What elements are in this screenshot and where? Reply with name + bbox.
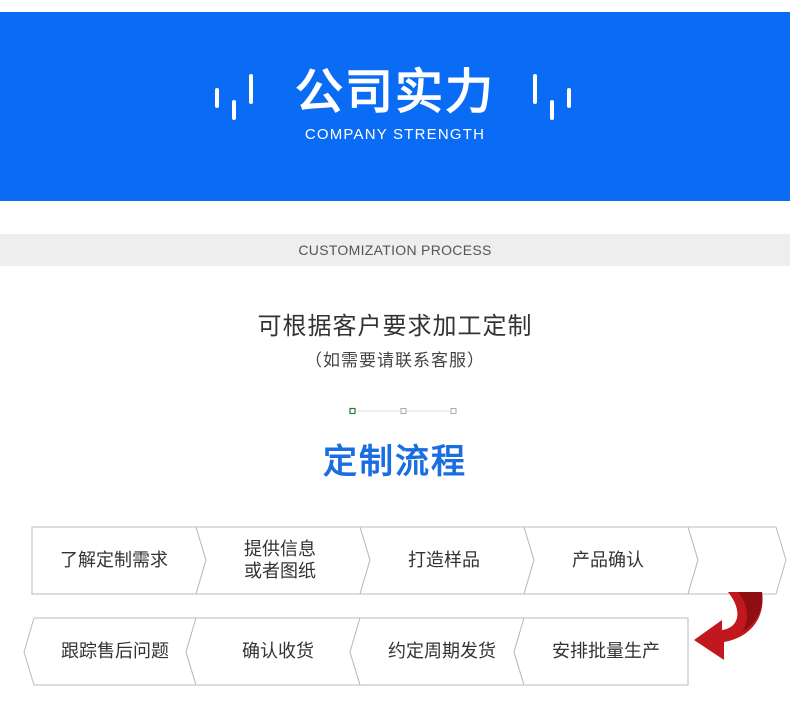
step-empty: [692, 527, 778, 594]
step-confirm-receipt: 确认收货: [242, 640, 314, 662]
banner-subtitle: COMPANY STRENGTH: [304, 126, 486, 143]
step-after-sales: 跟踪售后问题: [61, 640, 169, 662]
process-title: 定制流程: [323, 442, 467, 482]
step-mass-production: 安排批量生产: [552, 640, 660, 662]
step-confirm-product: 产品确认: [572, 549, 644, 571]
turn-arrow-icon: [694, 592, 763, 660]
step-provide-info: 提供信息 或者图纸: [200, 527, 360, 594]
banner-title: 公司实力: [294, 64, 495, 120]
step-provide-info-line2: 或者图纸: [244, 560, 316, 582]
section-strip-label: CUSTOMIZATION PROCESS: [298, 242, 492, 258]
step-understand-needs: 了解定制需求: [60, 549, 168, 571]
dot-divider: [349, 407, 457, 415]
step-make-sample: 打造样品: [408, 549, 480, 571]
step-provide-info-line1: 提供信息: [244, 538, 316, 560]
intro-note: （如需要请联系客服）: [305, 351, 485, 371]
step-schedule-shipping: 约定周期发货: [388, 640, 496, 662]
intro-heading: 可根据客户要求加工定制: [257, 312, 533, 340]
